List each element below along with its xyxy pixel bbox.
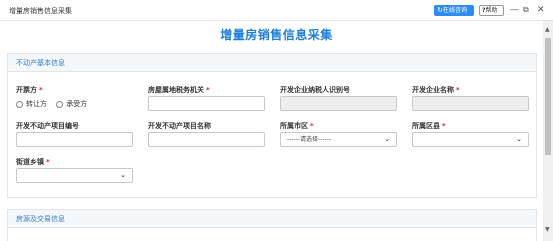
tax-office-field: 房屋属地税务机关 * (148, 85, 265, 113)
company-name-input (412, 96, 529, 111)
district-field: 所属区县 * ⌄ (412, 121, 529, 149)
street-select[interactable]: ⌄ (16, 168, 133, 183)
district-label: 所属区县 * (412, 122, 446, 130)
project-name-label: 开发不动产项目名称 (148, 122, 211, 130)
minimize-icon[interactable]: — (510, 4, 519, 16)
page-title: 增量房销售信息采集 (220, 28, 333, 42)
kaipiao-radio-group: 转让方 承受方 (16, 99, 94, 109)
city-select-value: ------请选择------ (287, 136, 331, 143)
basic-info-panel: 不动产基本信息 开票方 * 转让方 承受方 房屋属地税务机关 * 开发企业纳税人识别… (7, 53, 537, 198)
company-name-field: 开发企业名称 * (412, 85, 529, 113)
transaction-info-header: 房源及交易信息 (8, 210, 536, 228)
kaipiao-field: 开票方 * 转让方 承受方 (16, 85, 141, 113)
help-label: 帮助 (485, 7, 498, 14)
maximize-icon[interactable]: ⧉ (523, 4, 529, 16)
tax-office-input[interactable] (148, 96, 265, 111)
project-name-input[interactable] (148, 132, 265, 147)
city-label: 所属市区 * (280, 122, 314, 130)
window-titlebar: 增量房销售信息采集 ↻在线咨询 ?帮助 — ⧉ ✕ (0, 0, 553, 21)
tax-office-label: 房屋属地税务机关 * (148, 86, 210, 94)
taxpayer-id-field: 开发企业纳税人识别号 (280, 85, 397, 113)
help-button[interactable]: ?帮助 (479, 5, 504, 16)
taxpayer-id-label: 开发企业纳税人识别号 (280, 86, 350, 94)
online-consult-button[interactable]: ↻在线咨询 (434, 5, 474, 16)
street-field: 街道乡镇 * ⌄ (16, 157, 133, 185)
transaction-info-panel: 房源及交易信息 (7, 209, 537, 241)
chevron-down-icon: ⌄ (384, 135, 390, 143)
project-number-input[interactable] (16, 132, 133, 147)
scroll-down-icon[interactable]: ▼ (545, 226, 550, 233)
online-consult-label: 在线咨询 (443, 7, 468, 14)
radio-transferor[interactable] (16, 100, 23, 108)
basic-info-header: 不动产基本信息 (8, 54, 536, 72)
project-name-field: 开发不动产项目名称 (148, 121, 265, 149)
project-number-label: 开发不动产项目编号 (16, 122, 79, 130)
city-select[interactable]: ------请选择------ ⌄ (280, 132, 397, 147)
chevron-down-icon: ⌄ (516, 135, 522, 143)
scroll-up-icon[interactable]: ▲ (545, 26, 550, 33)
taxpayer-id-input (280, 96, 397, 111)
district-select[interactable]: ⌄ (412, 132, 529, 147)
radio-transferee[interactable] (56, 100, 64, 108)
kaipiao-label: 开票方 * (16, 86, 43, 94)
radio-transferee-label[interactable]: 承受方 (66, 100, 87, 108)
company-name-label: 开发企业名称 * (412, 86, 460, 94)
chevron-down-icon: ⌄ (120, 171, 126, 179)
project-number-field: 开发不动产项目编号 (16, 121, 133, 149)
close-icon[interactable]: ✕ (537, 4, 545, 16)
city-field: 所属市区 * ------请选择------ ⌄ (280, 121, 397, 149)
scrollbar-thumb[interactable] (545, 38, 551, 155)
radio-transferor-label[interactable]: 转让方 (26, 100, 47, 108)
window-title: 增量房销售信息采集 (9, 7, 72, 15)
street-label: 街道乡镇 * (16, 158, 50, 166)
vertical-scrollbar[interactable]: ▲ ▼ (543, 21, 553, 241)
